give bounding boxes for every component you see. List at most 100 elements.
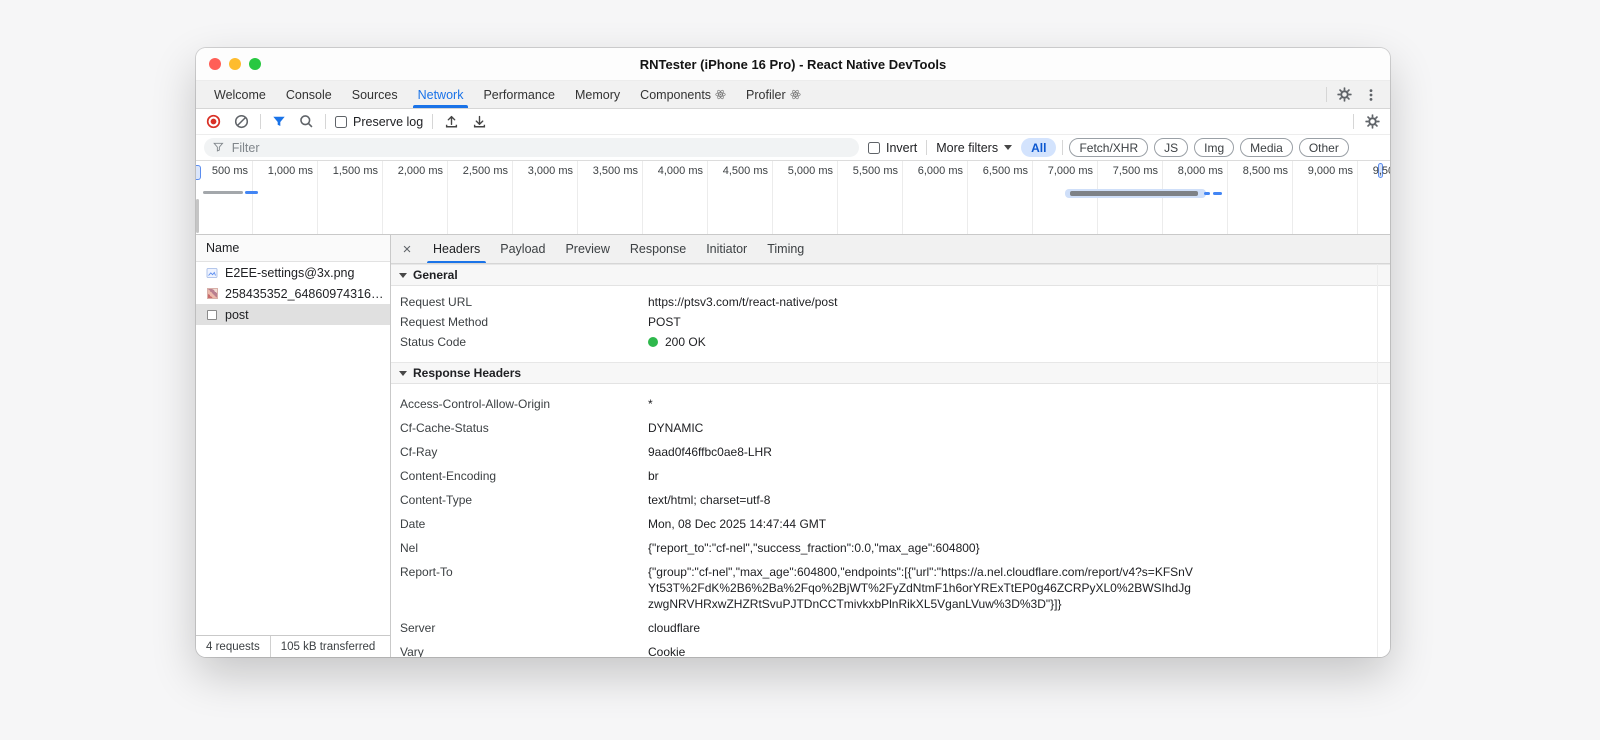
- request-row-post[interactable]: post: [196, 304, 390, 325]
- filter-chip-media[interactable]: Media: [1240, 138, 1293, 157]
- tab-sources[interactable]: Sources: [342, 81, 408, 108]
- header-name: Status Code: [400, 335, 467, 349]
- header-name: Cf-Ray: [400, 445, 438, 459]
- maximize-window-button[interactable]: [249, 58, 261, 70]
- record-network-log-button[interactable]: [204, 112, 223, 131]
- close-detail-button[interactable]: ×: [391, 235, 423, 263]
- tab-label: Welcome: [214, 87, 266, 102]
- divider: [325, 114, 326, 129]
- clear-network-log-button[interactable]: [232, 112, 251, 131]
- filter-chip-all[interactable]: All: [1021, 138, 1057, 157]
- invert-checkbox[interactable]: [868, 141, 880, 154]
- header-value: Mon, 08 Dec 2025 14:47:44 GMT: [648, 517, 827, 531]
- disclosure-triangle-icon: [399, 370, 407, 376]
- request-row-258435352-648609743160[interactable]: 258435352_648609743160...: [196, 283, 390, 304]
- network-toolbar: Preserve log: [196, 109, 1390, 135]
- tab-components[interactable]: Components: [630, 81, 736, 108]
- tab-network[interactable]: Network: [408, 81, 474, 108]
- request-name: E2EE-settings@3x.png: [225, 265, 355, 280]
- more-filters-dropdown[interactable]: More filters: [936, 141, 1013, 155]
- request-rows: E2EE-settings@3x.png 258435352_6486097431…: [196, 262, 390, 635]
- request-row-e2ee-settings-3x-png[interactable]: E2EE-settings@3x.png: [196, 262, 390, 283]
- disclosure-triangle-icon: [399, 272, 407, 278]
- tab-label: Profiler: [746, 87, 786, 102]
- header-value: DYNAMIC: [648, 421, 704, 435]
- header-value: https://ptsv3.com/t/react-native/post: [648, 295, 838, 309]
- detail-tab-payload[interactable]: Payload: [490, 235, 555, 263]
- more-options-kebab-button[interactable]: [1362, 86, 1380, 104]
- header-value: *: [648, 397, 653, 411]
- kebab-menu-icon: [1369, 88, 1373, 101]
- name-column-header[interactable]: Name: [196, 235, 390, 262]
- timeline-tick-label: 6,500 ms: [982, 165, 1028, 177]
- download-icon: [474, 115, 486, 128]
- upload-icon: [446, 115, 458, 128]
- section-header-general[interactable]: General: [391, 264, 1390, 286]
- filter-chip-fetch-xhr[interactable]: Fetch/XHR: [1069, 138, 1149, 157]
- close-icon: ×: [402, 240, 412, 258]
- filter-toggle-button[interactable]: [270, 113, 288, 131]
- header-name: Cf-Cache-Status: [400, 421, 489, 435]
- detail-tab-timing[interactable]: Timing: [757, 235, 814, 263]
- header-row-report-to: Report-To {"group":"cf-nel","max_age":604…: [391, 560, 1390, 616]
- tab-memory[interactable]: Memory: [565, 81, 630, 108]
- window-controls: [209, 58, 261, 70]
- header-row-vary: Vary Cookie: [391, 640, 1390, 657]
- devtools-tabbar: Welcome Console Sources Network Performance M…: [196, 81, 1390, 109]
- header-name: Report-To: [400, 565, 453, 579]
- timeline-tick-label: 4,500 ms: [722, 165, 768, 177]
- filter-chip-other[interactable]: Other: [1298, 138, 1349, 157]
- header-name: Server: [400, 621, 436, 635]
- invert-control[interactable]: Invert: [868, 141, 917, 155]
- header-row-date: Date Mon, 08 Dec 2025 14:47:44 GMT: [391, 512, 1390, 536]
- settings-gear-button[interactable]: [1335, 85, 1354, 104]
- preserve-log-label: Preserve log: [353, 114, 424, 129]
- section-rows: Request URL https://ptsv3.com/t/react-nat…: [391, 286, 1390, 362]
- header-name: Access-Control-Allow-Origin: [400, 397, 551, 411]
- export-har-button[interactable]: [470, 112, 489, 131]
- window-titlebar: RNTester (iPhone 16 Pro) - React Native …: [196, 48, 1390, 81]
- tab-label: Memory: [575, 87, 621, 102]
- import-har-button[interactable]: [442, 112, 461, 131]
- network-overview-timeline[interactable]: 500 ms 1,000 ms 1,500 ms 2,000 ms 2,500 ms 3,…: [196, 161, 1390, 235]
- timeline-tick-label: 500 ms: [211, 165, 248, 177]
- request-detail-panel: × Headers Payload Preview Response Initiator…: [391, 235, 1390, 657]
- preserve-log-control[interactable]: Preserve log: [335, 115, 423, 129]
- detail-tab-initiator[interactable]: Initiator: [696, 235, 757, 263]
- timeline-tick-label: 8,000 ms: [1177, 165, 1223, 177]
- tab-performance[interactable]: Performance: [473, 81, 565, 108]
- header-row-cf-ray: Cf-Ray 9aad0f46ffbc0ae8-LHR: [391, 440, 1390, 464]
- detail-tab-headers[interactable]: Headers: [423, 235, 490, 263]
- gear-icon: [1337, 87, 1352, 102]
- tab-welcome[interactable]: Welcome: [204, 81, 276, 108]
- filter-input-container[interactable]: [204, 138, 859, 157]
- transferred-size: 105 kB transferred: [280, 640, 376, 653]
- request-type-chips: All Fetch/XHR JS Img Media Other: [1021, 138, 1349, 157]
- detail-tab-preview[interactable]: Preview: [555, 235, 619, 263]
- filter-input[interactable]: [229, 139, 850, 156]
- timeline-scrollbar[interactable]: [196, 199, 199, 233]
- section-header-response-headers[interactable]: Response Headers: [391, 362, 1390, 384]
- header-name: Date: [400, 517, 426, 531]
- filter-chip-img[interactable]: Img: [1194, 138, 1235, 157]
- filter-chip-js[interactable]: JS: [1154, 138, 1189, 157]
- header-row-cf-cache-status: Cf-Cache-Status DYNAMIC: [391, 416, 1390, 440]
- preserve-log-checkbox[interactable]: [335, 115, 347, 128]
- icon-wrap: [206, 309, 218, 321]
- network-settings-gear-button[interactable]: [1363, 112, 1382, 131]
- timeline-tick-label: 6,000 ms: [917, 165, 963, 177]
- devtools-window: RNTester (iPhone 16 Pro) - React Native …: [196, 48, 1390, 657]
- minimize-window-button[interactable]: [229, 58, 241, 70]
- clear-icon: [234, 114, 249, 129]
- close-window-button[interactable]: [209, 58, 221, 70]
- network-main-area: Name E2EE-settings@3x.png 258435352_64860…: [196, 235, 1390, 657]
- detail-tab-response[interactable]: Response: [620, 235, 696, 263]
- header-row-server: Server cloudflare: [391, 616, 1390, 640]
- timeline-tick-label: 7,500 ms: [1112, 165, 1158, 177]
- tab-profiler[interactable]: Profiler: [736, 81, 811, 108]
- waterfall-segment: [1070, 191, 1199, 196]
- search-button[interactable]: [297, 112, 316, 131]
- tabbar-right-controls: [1326, 81, 1390, 108]
- tab-console[interactable]: Console: [276, 81, 342, 108]
- devtools-tab-strip: Welcome Console Sources Network Performance M…: [196, 81, 1326, 108]
